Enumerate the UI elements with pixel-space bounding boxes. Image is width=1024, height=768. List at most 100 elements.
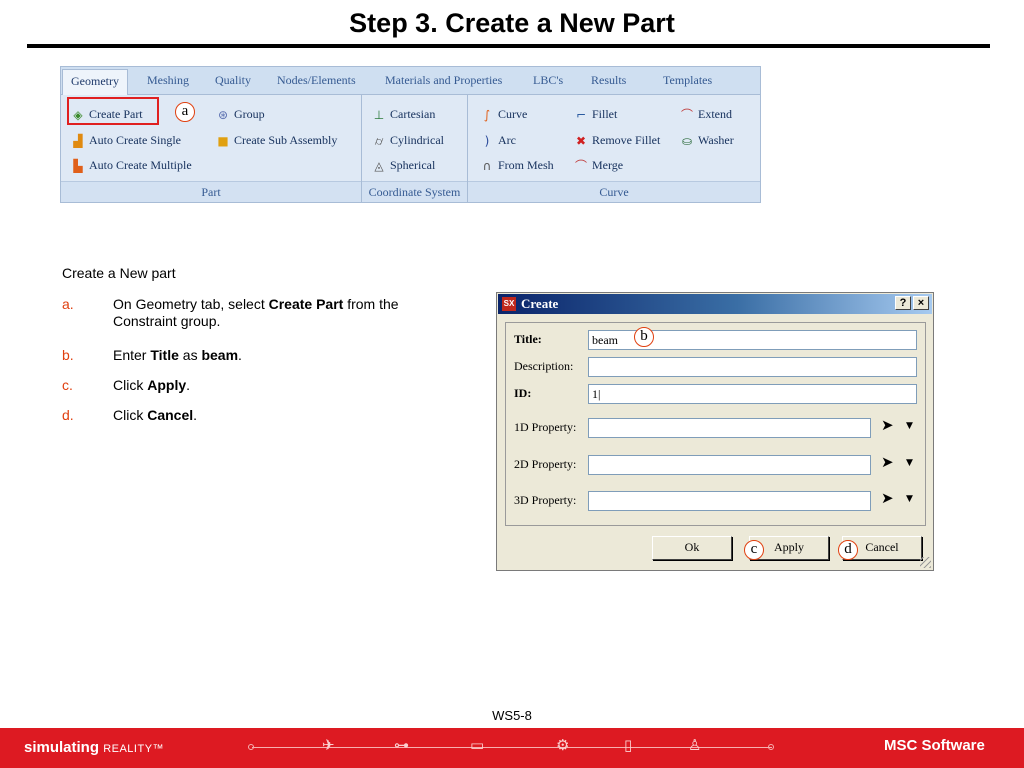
step-text-part: . <box>186 377 191 393</box>
fillet-label: Fillet <box>592 107 618 121</box>
step-text-part: On Geometry tab, select <box>113 296 269 312</box>
prop1d-field[interactable] <box>588 418 871 438</box>
select-cursor-icon[interactable]: ➤ <box>881 416 894 434</box>
fillet-button[interactable]: ⌐ Fillet <box>574 107 617 122</box>
dialog-titlebar[interactable]: SX Create ? × <box>498 294 932 314</box>
auto-create-multiple-icon: ▙ <box>73 158 83 173</box>
tab-templates[interactable]: Templates <box>663 73 712 88</box>
spherical-button[interactable]: ◬ Spherical <box>372 158 435 173</box>
close-button[interactable]: × <box>913 296 929 310</box>
id-field[interactable]: 1| <box>588 384 917 404</box>
sphere-icon: ◬ <box>374 158 384 173</box>
create-sub-assembly-button[interactable]: ■ Create Sub Assembly <box>216 133 337 148</box>
footer-brand-text: simulating <box>24 739 100 756</box>
cylindrical-label: Cylindrical <box>390 133 444 147</box>
step-text-part: Click <box>113 407 148 423</box>
tab-results[interactable]: Results <box>591 73 626 88</box>
car-icon: ⊶ <box>394 736 409 754</box>
coordinate-system-group: ⊥ Cartesian ⌭ Cylindrical ◬ Spherical Co… <box>362 95 468 202</box>
id-field-label: ID: <box>514 386 532 400</box>
help-button[interactable]: ? <box>895 296 911 310</box>
prop3d-field[interactable] <box>588 491 871 511</box>
msc-software-logo: ╳ MSC Software <box>884 737 985 754</box>
footer-bar: simulating REALITY™ ✈ ⊶ ▭ ⚙ ▯ ♙ ╳ MSC So… <box>0 728 1024 768</box>
auto-create-multiple-label: Auto Create Multiple <box>89 158 192 172</box>
ok-button[interactable]: Ok <box>652 536 732 560</box>
logo-text: MSC Software <box>884 737 985 754</box>
curve-icon: ∫ <box>483 107 491 122</box>
prop3d-field-label: 3D Property: <box>514 493 577 507</box>
step-text-part: . <box>238 347 242 363</box>
geometry-ribbon: Geometry Meshing Quality Nodes/Elements … <box>60 66 761 203</box>
cartesian-label: Cartesian <box>390 107 436 121</box>
create-part-highlight <box>67 97 159 125</box>
from-mesh-label: From Mesh <box>498 158 554 172</box>
resize-grip[interactable] <box>920 557 931 568</box>
callout-b: b <box>634 327 654 347</box>
step-letter: b. <box>62 347 74 363</box>
fillet-icon: ⌐ <box>575 107 587 122</box>
description-field-label: Description: <box>514 359 574 373</box>
step-text-part: . <box>193 407 198 423</box>
step-letter: a. <box>62 296 74 312</box>
app-icon: SX <box>502 297 516 311</box>
select-cursor-icon[interactable]: ➤ <box>881 453 894 471</box>
title-underline <box>27 44 990 48</box>
phone-icon: ▯ <box>624 736 633 754</box>
remove-fillet-button[interactable]: ✖ Remove Fillet <box>574 133 660 148</box>
step-text: Click Cancel. <box>113 407 413 424</box>
auto-create-single-label: Auto Create Single <box>89 133 181 147</box>
extend-button[interactable]: ⌒ Extend <box>680 107 732 122</box>
prop2d-field[interactable] <box>588 455 871 475</box>
from-mesh-icon: ∩ <box>482 158 492 173</box>
cylinder-icon: ⌭ <box>374 133 384 148</box>
cylindrical-button[interactable]: ⌭ Cylindrical <box>372 133 444 148</box>
cartesian-button[interactable]: ⊥ Cartesian <box>372 107 436 122</box>
remove-fillet-label: Remove Fillet <box>592 133 661 147</box>
step-text-part: Enter <box>113 347 151 363</box>
sub-assembly-icon: ■ <box>217 133 229 148</box>
chevron-down-icon[interactable]: ▼ <box>906 458 913 468</box>
auto-create-single-button[interactable]: ▟ Auto Create Single <box>71 133 181 148</box>
coordinate-system-group-label: Coordinate System <box>362 181 467 202</box>
tab-geometry[interactable]: Geometry <box>62 69 128 95</box>
merge-button[interactable]: ⌒ Merge <box>574 158 623 173</box>
step-text-part: as <box>178 347 202 363</box>
tab-nodes-elements[interactable]: Nodes/Elements <box>277 73 356 88</box>
curve-label: Curve <box>498 107 528 121</box>
curve-button[interactable]: ∫ Curve <box>480 107 527 122</box>
tab-meshing[interactable]: Meshing <box>147 73 189 88</box>
step-text-emphasis: Cancel <box>147 407 194 423</box>
tab-lbcs[interactable]: LBC's <box>533 73 563 88</box>
from-mesh-button[interactable]: ∩ From Mesh <box>480 158 554 173</box>
extend-icon: ⌒ <box>680 107 693 122</box>
prop2d-field-label: 2D Property: <box>514 457 577 471</box>
group-label: Group <box>234 107 265 121</box>
group-button[interactable]: ⊛ Group <box>216 107 265 122</box>
step-text-emphasis: beam <box>201 347 239 363</box>
remove-fillet-icon: ✖ <box>575 133 587 148</box>
merge-label: Merge <box>592 158 624 172</box>
footer-brand: simulating REALITY™ <box>24 739 164 756</box>
dialog-title: Create <box>521 296 559 311</box>
curve-group: ∫ Curve ) Arc ∩ From Mesh ⌐ Fillet ✖ Rem… <box>468 95 760 202</box>
curve-group-label: Curve <box>468 181 760 202</box>
footer-brand-sub: REALITY™ <box>103 743 165 755</box>
page-number: WS5-8 <box>492 708 532 723</box>
step-text-emphasis: Apply <box>147 377 187 393</box>
merge-icon: ⌒ <box>574 158 587 173</box>
callout-c: c <box>744 540 764 560</box>
chevron-down-icon[interactable]: ▼ <box>906 494 913 504</box>
arc-button[interactable]: ) Arc <box>480 133 516 148</box>
washer-button[interactable]: ⛀ Washer <box>680 133 734 148</box>
auto-create-multiple-button[interactable]: ▙ Auto Create Multiple <box>71 158 192 173</box>
description-field[interactable] <box>588 357 917 377</box>
part-group-label: Part <box>61 181 361 202</box>
tab-materials-properties[interactable]: Materials and Properties <box>385 73 502 88</box>
tab-quality[interactable]: Quality <box>215 73 251 88</box>
gear-icon: ⚙ <box>556 736 570 754</box>
select-cursor-icon[interactable]: ➤ <box>881 489 894 507</box>
chevron-down-icon[interactable]: ▼ <box>906 421 913 431</box>
instructions-heading: Create a New part <box>62 265 176 281</box>
footer-dot <box>248 744 254 750</box>
